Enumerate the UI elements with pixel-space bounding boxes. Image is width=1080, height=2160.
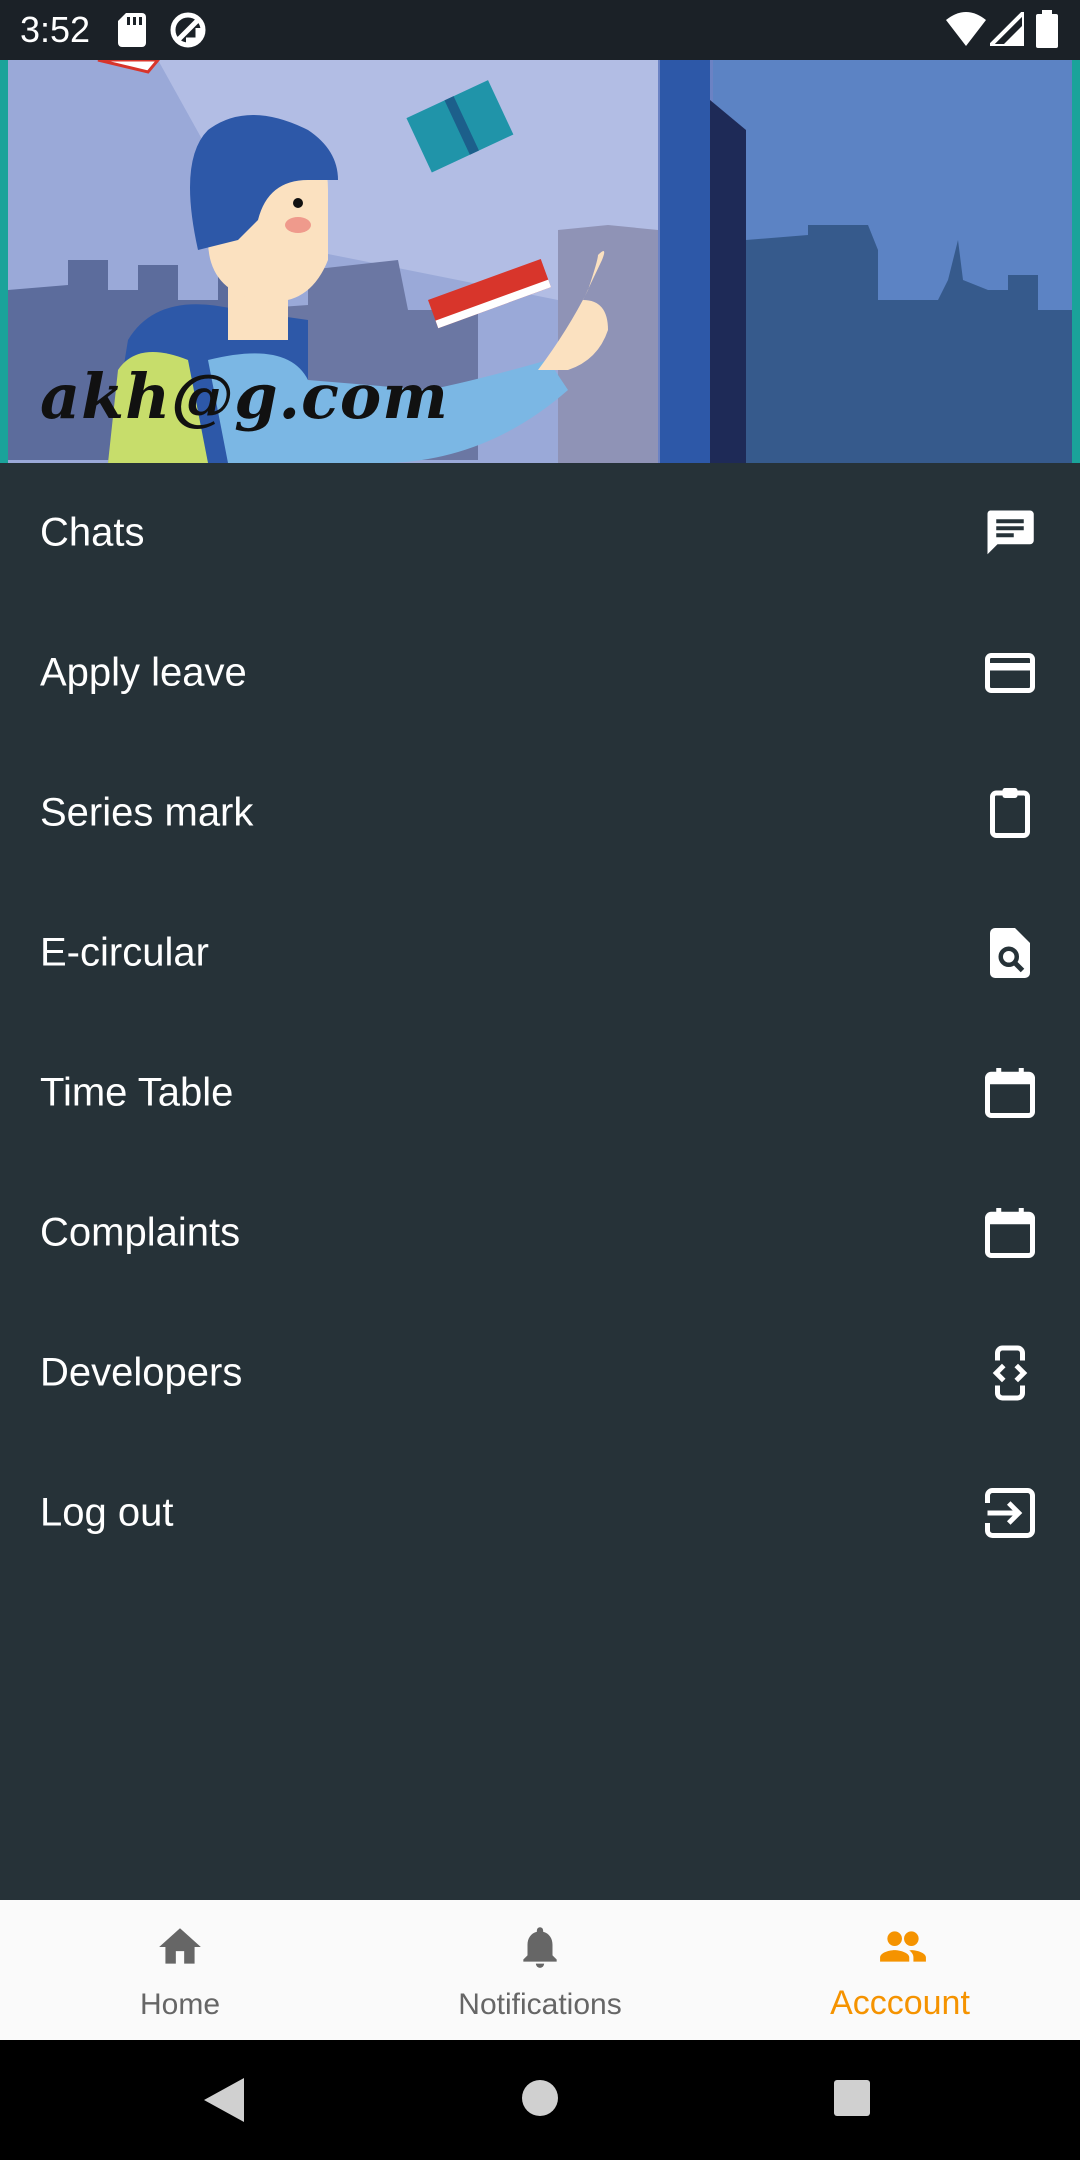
signal-icon	[990, 12, 1024, 46]
menu-item-apply-leave[interactable]: Apply leave	[0, 603, 1080, 743]
exit-icon	[985, 1488, 1035, 1538]
menu-item-label: E-circular	[40, 930, 209, 975]
menu-item-label: Series mark	[40, 790, 254, 835]
battery-icon	[1036, 10, 1058, 48]
recents-icon[interactable]	[832, 2078, 872, 2118]
menu-item-label: Complaints	[40, 1210, 241, 1255]
system-navigation-bar	[0, 2040, 1080, 2160]
menu-item-chats[interactable]: Chats	[0, 463, 1080, 603]
nav-notifications[interactable]: Notifications	[360, 1900, 720, 2040]
menu-item-label: Apply leave	[40, 650, 247, 695]
status-time: 3:52	[20, 9, 91, 50]
user-email: akh@g.com	[40, 360, 449, 433]
home-button-icon[interactable]	[520, 2078, 560, 2118]
clipboard-icon	[990, 788, 1030, 838]
calendar-icon	[985, 1208, 1035, 1258]
nav-account[interactable]: Acccount	[720, 1900, 1080, 2040]
sync-icon	[170, 12, 206, 48]
status-bar: 3:52	[0, 0, 1080, 60]
wifi-icon	[946, 12, 986, 46]
menu-item-label: Chats	[40, 510, 145, 555]
credit-card-icon	[985, 653, 1035, 693]
menu-item-series-mark[interactable]: Series mark	[0, 743, 1080, 883]
bell-icon	[523, 1927, 557, 1968]
menu-item-label: Log out	[40, 1490, 174, 1535]
bottom-navigation: Home Notifications Acccount	[0, 1900, 1080, 2040]
menu-item-e-circular[interactable]: E-circular	[0, 883, 1080, 1023]
people-icon	[880, 1931, 926, 1962]
nav-home[interactable]: Home	[0, 1900, 360, 2040]
nav-label-notifications: Notifications	[458, 1988, 622, 2021]
back-icon[interactable]	[204, 2078, 244, 2122]
drawer-header: akh@g.com	[0, 60, 1080, 463]
menu-item-label: Developers	[40, 1350, 243, 1395]
menu-item-label: Time Table	[40, 1070, 234, 1115]
nav-label-account: Acccount	[830, 1984, 970, 2022]
nav-label-home: Home	[139, 1988, 221, 2021]
drawer-menu: Chats Apply leave Series mark E-circular	[0, 463, 1080, 1583]
menu-item-time-table[interactable]: Time Table	[0, 1023, 1080, 1163]
menu-item-log-out[interactable]: Log out	[0, 1443, 1080, 1583]
calendar-icon	[985, 1068, 1035, 1118]
find-in-page-icon	[990, 928, 1030, 978]
menu-item-developers[interactable]: Developers	[0, 1303, 1080, 1443]
developer-mode-icon	[992, 1345, 1028, 1401]
menu-item-complaints[interactable]: Complaints	[0, 1163, 1080, 1303]
sd-card-icon	[118, 13, 146, 47]
home-icon	[159, 1928, 201, 1964]
chat-icon	[987, 510, 1034, 555]
